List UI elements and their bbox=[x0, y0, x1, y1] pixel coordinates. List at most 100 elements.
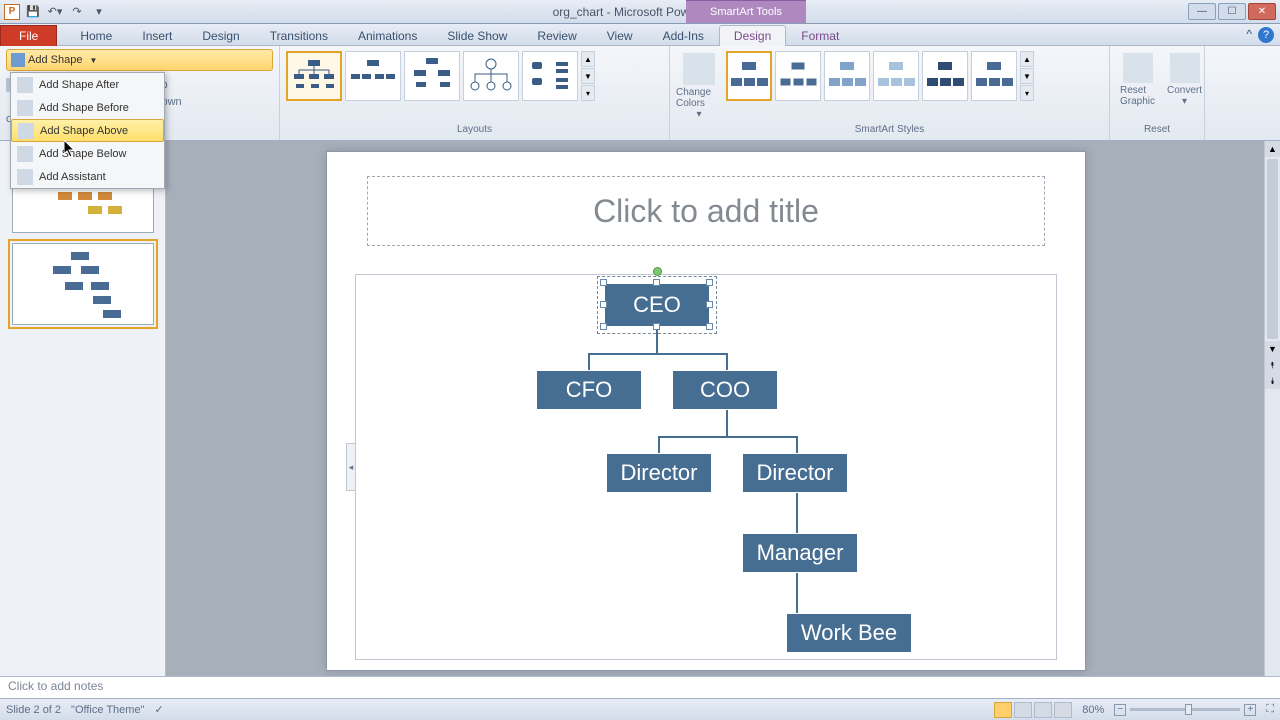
scroll-thumb[interactable] bbox=[1267, 159, 1278, 339]
text-pane-toggle[interactable]: ◂ bbox=[346, 443, 356, 491]
context-tab-title: SmartArt Tools bbox=[686, 0, 806, 23]
style-option-1[interactable] bbox=[726, 51, 772, 101]
slide[interactable]: Click to add title ◂ CEO bbox=[326, 151, 1086, 671]
maximize-button[interactable]: ☐ bbox=[1218, 3, 1246, 20]
ribbon-tabs: File Home Insert Design Transitions Anim… bbox=[0, 24, 1280, 46]
tab-view[interactable]: View bbox=[592, 25, 648, 46]
zoom-slider[interactable] bbox=[1130, 708, 1240, 711]
shape-icon bbox=[17, 77, 33, 93]
zoom-out-button[interactable]: − bbox=[1114, 704, 1126, 716]
tab-file[interactable]: File bbox=[0, 25, 57, 46]
shape-icon bbox=[18, 123, 34, 139]
zoom-in-button[interactable]: + bbox=[1244, 704, 1256, 716]
add-shape-button[interactable]: Add Shape ▼ bbox=[6, 49, 273, 71]
org-node-manager[interactable]: Manager bbox=[742, 533, 858, 573]
org-node-workbee[interactable]: Work Bee bbox=[786, 613, 912, 653]
redo-icon[interactable]: ↷ bbox=[68, 3, 86, 21]
change-colors-button[interactable]: Change Colors ▾ bbox=[676, 49, 722, 121]
minimize-button[interactable]: — bbox=[1188, 3, 1216, 20]
style-option-3[interactable] bbox=[824, 51, 870, 101]
shape-icon bbox=[17, 100, 33, 116]
layout-option-5[interactable] bbox=[522, 51, 578, 101]
tab-home[interactable]: Home bbox=[65, 25, 127, 46]
help-icon[interactable]: ? bbox=[1258, 27, 1274, 43]
tab-transitions[interactable]: Transitions bbox=[255, 25, 343, 46]
gallery-more-icon[interactable]: ▾ bbox=[581, 85, 595, 101]
tab-animations[interactable]: Animations bbox=[343, 25, 432, 46]
style-option-4[interactable] bbox=[873, 51, 919, 101]
save-icon[interactable]: 💾 bbox=[24, 3, 42, 21]
org-node-dir2[interactable]: Director bbox=[742, 453, 848, 493]
gallery-scroll-down[interactable]: ▼ bbox=[581, 68, 595, 84]
next-slide-icon[interactable]: ⯯ bbox=[1265, 373, 1280, 389]
tab-slideshow[interactable]: Slide Show bbox=[432, 25, 522, 46]
dd-add-assistant[interactable]: Add Assistant bbox=[11, 165, 164, 188]
tab-insert[interactable]: Insert bbox=[127, 25, 187, 46]
tab-addins[interactable]: Add-Ins bbox=[648, 25, 719, 46]
spellcheck-icon[interactable]: ✓ bbox=[154, 703, 163, 716]
layout-option-3[interactable] bbox=[404, 51, 460, 101]
dd-add-shape-before[interactable]: Add Shape Before bbox=[11, 96, 164, 119]
styles-scroll-up[interactable]: ▲ bbox=[1020, 51, 1034, 67]
org-node-dir1[interactable]: Director bbox=[606, 453, 712, 493]
close-button[interactable]: ✕ bbox=[1248, 3, 1276, 20]
rotate-handle-icon[interactable] bbox=[653, 267, 662, 276]
styles-scroll-down[interactable]: ▼ bbox=[1020, 68, 1034, 84]
reset-group-label: Reset bbox=[1110, 124, 1204, 140]
dd-add-shape-after[interactable]: Add Shape After bbox=[11, 73, 164, 96]
dd-add-shape-above[interactable]: Add Shape Above bbox=[11, 119, 164, 142]
tab-smartart-design[interactable]: Design bbox=[719, 25, 786, 46]
gallery-scroll-up[interactable]: ▲ bbox=[581, 51, 595, 67]
convert-button[interactable]: Convert ▾ bbox=[1163, 49, 1206, 121]
smartart-container[interactable]: ◂ CEO CFO CO bbox=[355, 274, 1057, 660]
add-shape-label: Add Shape bbox=[28, 54, 82, 66]
slide-thumbnail-2[interactable] bbox=[12, 243, 154, 325]
tab-smartart-format[interactable]: Format bbox=[786, 25, 854, 46]
vertical-scrollbar[interactable]: ▲ ▼ ⯭ ⯯ bbox=[1264, 141, 1280, 676]
add-shape-icon bbox=[11, 53, 25, 67]
style-option-2[interactable] bbox=[775, 51, 821, 101]
layout-option-2[interactable] bbox=[345, 51, 401, 101]
zoom-level[interactable]: 80% bbox=[1082, 704, 1104, 716]
slideshow-view-button[interactable] bbox=[1054, 702, 1072, 718]
chevron-down-icon: ▼ bbox=[89, 56, 97, 65]
qa-customize-icon[interactable]: ▾ bbox=[90, 3, 108, 21]
prev-slide-icon[interactable]: ⯭ bbox=[1265, 357, 1280, 373]
slide-thumbnails: 1 2 bbox=[0, 141, 166, 676]
styles-more-icon[interactable]: ▾ bbox=[1020, 85, 1034, 101]
sorter-view-button[interactable] bbox=[1014, 702, 1032, 718]
status-bar: Slide 2 of 2 "Office Theme" ✓ 80% − + ⛶ bbox=[0, 698, 1280, 720]
styles-group-label: SmartArt Styles bbox=[670, 124, 1109, 140]
undo-icon[interactable]: ↶▾ bbox=[46, 3, 64, 21]
dd-add-shape-below[interactable]: Add Shape Below bbox=[11, 142, 164, 165]
org-node-ceo[interactable]: CEO bbox=[604, 283, 710, 327]
minimize-ribbon-icon[interactable]: ^ bbox=[1246, 27, 1252, 43]
layout-option-1[interactable] bbox=[286, 51, 342, 101]
notes-pane[interactable]: Click to add notes bbox=[0, 676, 1280, 698]
tab-review[interactable]: Review bbox=[522, 25, 591, 46]
powerpoint-icon: P bbox=[4, 4, 20, 20]
layouts-group-label: Layouts bbox=[280, 124, 669, 140]
tab-design[interactable]: Design bbox=[187, 25, 254, 46]
scroll-up-icon[interactable]: ▲ bbox=[1265, 141, 1280, 157]
reset-icon bbox=[1123, 53, 1153, 83]
title-placeholder[interactable]: Click to add title bbox=[367, 176, 1045, 246]
slide-indicator: Slide 2 of 2 bbox=[6, 704, 61, 716]
theme-indicator: "Office Theme" bbox=[71, 704, 144, 716]
slide-canvas: Click to add title ◂ CEO bbox=[166, 141, 1280, 676]
title-bar: P 💾 ↶▾ ↷ ▾ org_chart - Microsoft PowerPo… bbox=[0, 0, 1280, 24]
shape-icon bbox=[17, 146, 33, 162]
org-node-cfo[interactable]: CFO bbox=[536, 370, 642, 410]
fit-to-window-icon[interactable]: ⛶ bbox=[1266, 703, 1274, 716]
reset-graphic-button[interactable]: Reset Graphic bbox=[1116, 49, 1159, 121]
style-option-6[interactable] bbox=[971, 51, 1017, 101]
add-shape-dropdown: Add Shape After Add Shape Before Add Sha… bbox=[10, 72, 165, 189]
style-option-5[interactable] bbox=[922, 51, 968, 101]
window-title: org_chart - Microsoft PowerPoint bbox=[0, 5, 1280, 19]
normal-view-button[interactable] bbox=[994, 702, 1012, 718]
ribbon: Add Shape ▼ Promote Move Up Move Down o … bbox=[0, 46, 1280, 141]
reading-view-button[interactable] bbox=[1034, 702, 1052, 718]
layout-option-4[interactable] bbox=[463, 51, 519, 101]
scroll-down-icon[interactable]: ▼ bbox=[1265, 341, 1280, 357]
org-node-coo[interactable]: COO bbox=[672, 370, 778, 410]
